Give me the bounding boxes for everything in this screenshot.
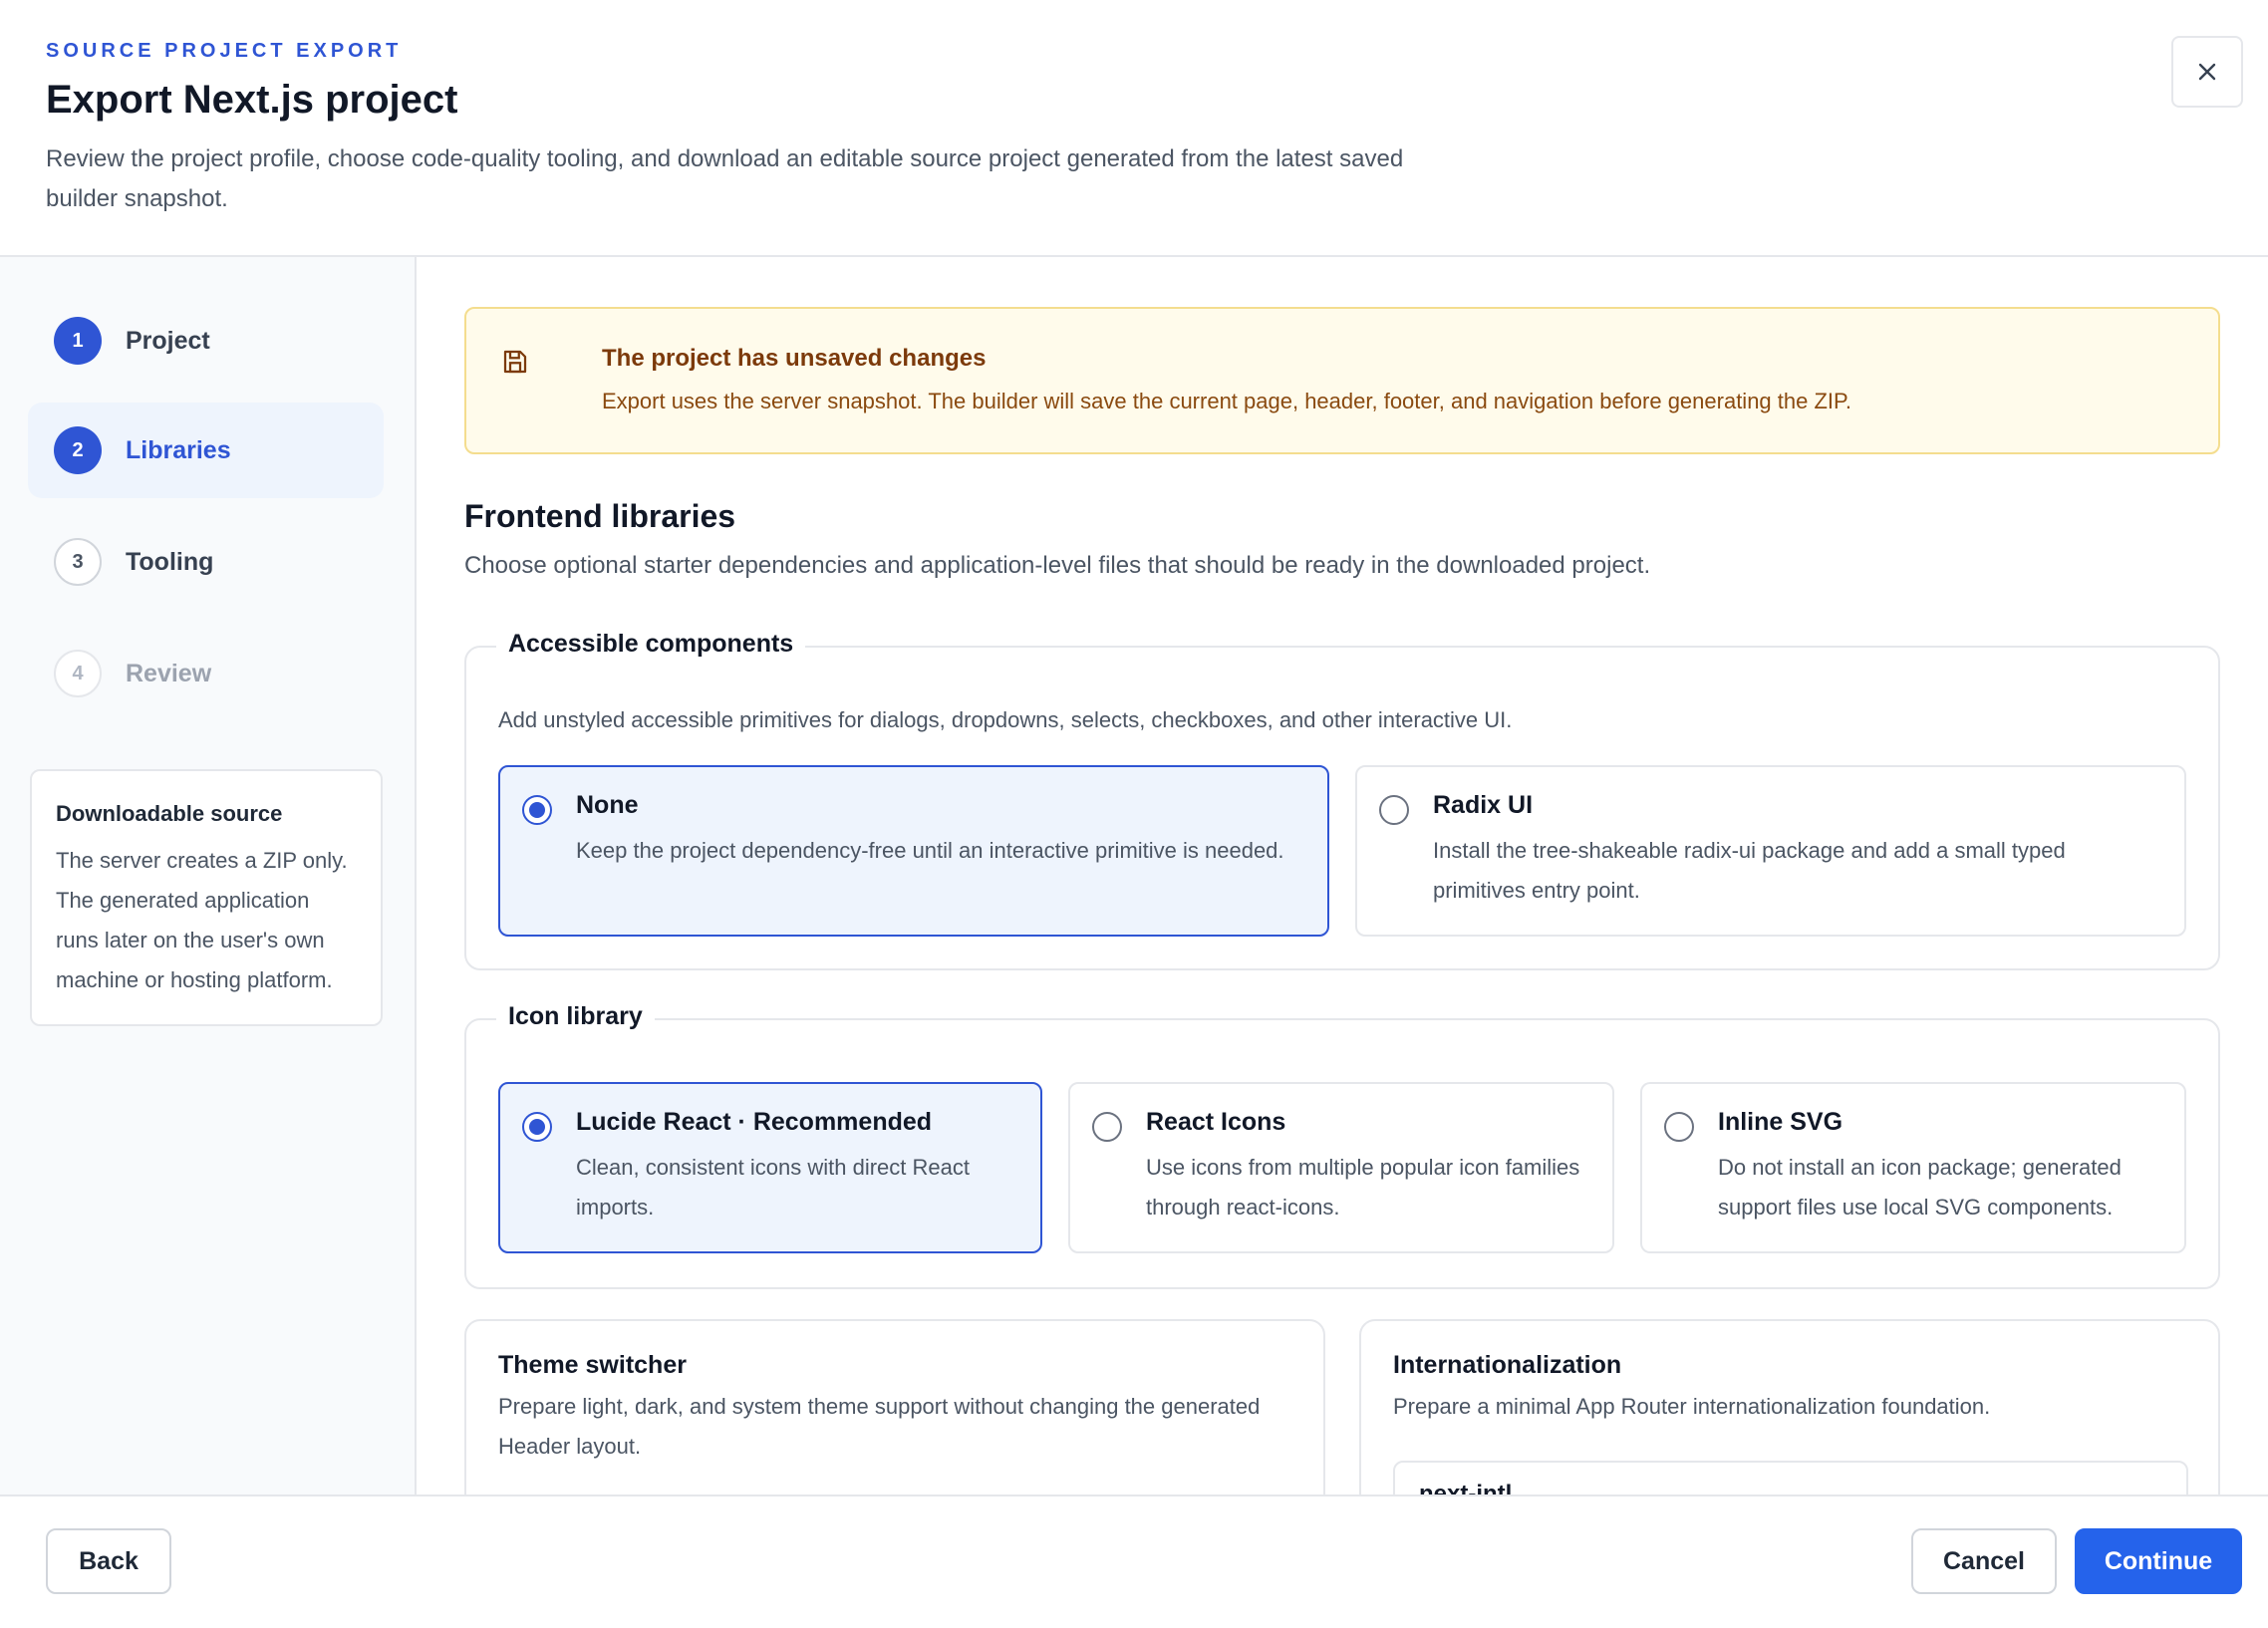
- option-description: Install the tree-shakeable radix-ui pack…: [1433, 838, 2066, 903]
- alert-text: Export uses the server snapshot. The bui…: [602, 389, 1851, 413]
- internationalization-card[interactable]: Internationalization Prepare a minimal A…: [1359, 1319, 2220, 1494]
- option-lucide-react[interactable]: Lucide React · Recommended Clean, consis…: [498, 1082, 1042, 1253]
- next-intl-option[interactable]: next-intl: [1393, 1461, 2188, 1494]
- dialog-footer: Back Cancel Continue: [0, 1494, 2268, 1628]
- step-label: Project: [126, 326, 210, 355]
- card-body: The server creates a ZIP only. The gener…: [56, 848, 348, 992]
- option-inline-svg[interactable]: Inline SVG Do not install an icon packag…: [1640, 1082, 2186, 1253]
- unsaved-changes-alert: The project has unsaved changes Export u…: [464, 307, 2220, 454]
- card-title: Internationalization: [1393, 1351, 1622, 1379]
- radio-button[interactable]: [1379, 795, 1409, 825]
- step-label: Tooling: [126, 547, 214, 576]
- main-content[interactable]: The project has unsaved changes Export u…: [419, 257, 2268, 1494]
- option-description: Do not install an icon package; generate…: [1718, 1155, 2122, 1220]
- option-title: Radix UI: [1433, 791, 1534, 819]
- option-react-icons[interactable]: React Icons Use icons from multiple popu…: [1068, 1082, 1614, 1253]
- step-label: Libraries: [126, 435, 231, 464]
- downloadable-source-card: Downloadable source The server creates a…: [30, 769, 383, 1026]
- radio-button[interactable]: [522, 795, 552, 825]
- step-review: 4 Review: [28, 626, 384, 721]
- card-description: Prepare a minimal App Router internation…: [1393, 1394, 1991, 1419]
- option-none[interactable]: None Keep the project dependency-free un…: [498, 765, 1329, 937]
- card-title: Downloadable source: [56, 801, 283, 826]
- radio-button[interactable]: [1092, 1112, 1122, 1142]
- step-number: 2: [54, 426, 102, 474]
- option-title: Inline SVG: [1718, 1108, 1843, 1136]
- dialog-title: Export Next.js project: [46, 78, 458, 122]
- dialog-description: Review the project profile, choose code-…: [46, 145, 1404, 212]
- alert-title: The project has unsaved changes: [602, 345, 987, 372]
- close-button[interactable]: [2171, 36, 2243, 108]
- close-icon: [2198, 63, 2216, 81]
- radio-button[interactable]: [1664, 1112, 1694, 1142]
- card-description: Prepare light, dark, and system theme su…: [498, 1394, 1261, 1459]
- theme-switcher-card[interactable]: Theme switcher Prepare light, dark, and …: [464, 1319, 1325, 1494]
- step-libraries[interactable]: 2 Libraries: [28, 403, 384, 498]
- option-description: Clean, consistent icons with direct Reac…: [576, 1155, 970, 1220]
- back-button[interactable]: Back: [46, 1528, 171, 1594]
- accessible-components-group: Accessible components Add unstyled acces…: [464, 630, 2220, 970]
- option-title: None: [576, 791, 639, 819]
- card-title: Theme switcher: [498, 1351, 687, 1379]
- cancel-button[interactable]: Cancel: [1911, 1528, 2057, 1594]
- step-project[interactable]: 1 Project: [28, 293, 384, 389]
- section-description: Choose optional starter dependencies and…: [464, 552, 1651, 579]
- option-description: Use icons from multiple popular icon fam…: [1146, 1155, 1580, 1220]
- group-help: Add unstyled accessible primitives for d…: [498, 707, 1513, 732]
- steps-sidebar: 1 Project 2 Libraries 3 Tooling 4 Review…: [0, 257, 417, 1494]
- continue-button[interactable]: Continue: [2075, 1528, 2242, 1594]
- step-label: Review: [126, 659, 212, 687]
- icon-library-group: Icon library Lucide React · Recommended …: [464, 1002, 2220, 1289]
- step-number: 4: [54, 650, 102, 697]
- option-radix-ui[interactable]: Radix UI Install the tree-shakeable radi…: [1355, 765, 2186, 937]
- step-number: 1: [54, 317, 102, 365]
- group-legend: Accessible components: [496, 630, 806, 659]
- group-legend: Icon library: [496, 1002, 655, 1031]
- option-title: Lucide React · Recommended: [576, 1108, 933, 1136]
- step-tooling[interactable]: 3 Tooling: [28, 514, 384, 610]
- eyebrow-label: SOURCE PROJECT EXPORT: [46, 40, 403, 62]
- dialog-header: SOURCE PROJECT EXPORT Export Next.js pro…: [0, 0, 2268, 257]
- option-title: React Icons: [1146, 1108, 1286, 1136]
- radio-button[interactable]: [522, 1112, 552, 1142]
- option-description: Keep the project dependency-free until a…: [576, 838, 1284, 863]
- step-number: 3: [54, 538, 102, 586]
- section-title: Frontend libraries: [464, 498, 736, 534]
- save-icon: [503, 350, 527, 374]
